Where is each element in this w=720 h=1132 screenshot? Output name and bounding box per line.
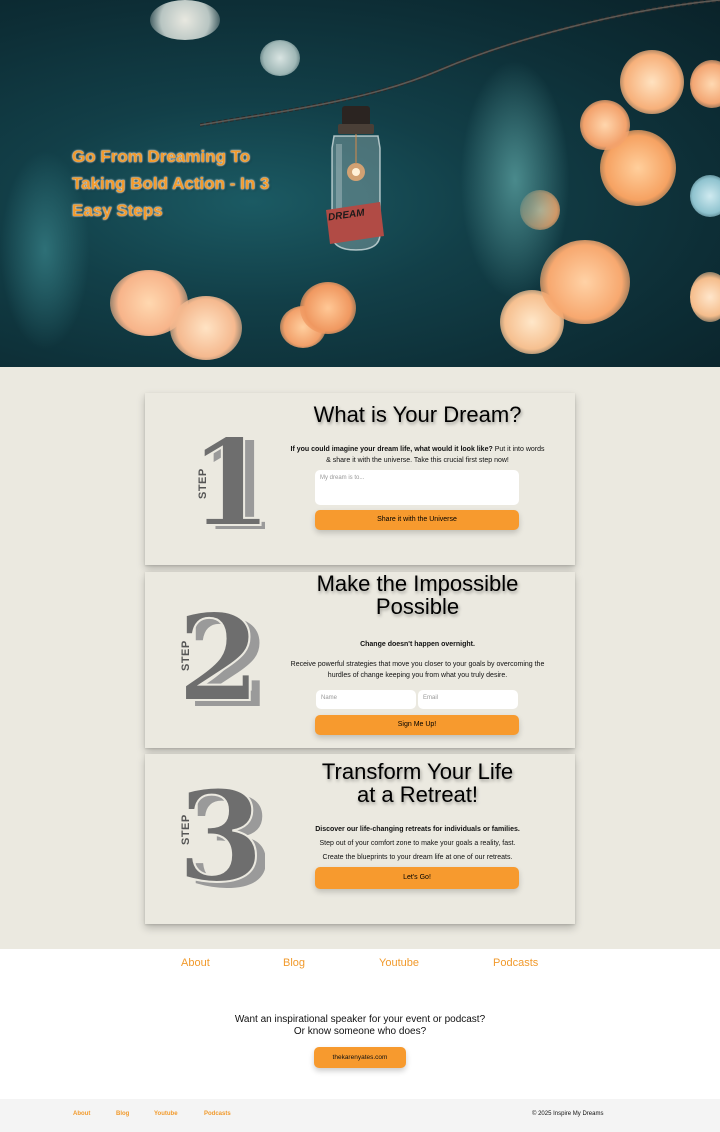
step-1-intro: If you could imagine your dream life, wh… — [290, 444, 545, 466]
step-2-description: Receive powerful strategies that move yo… — [290, 661, 545, 679]
step-3-title: Transform Your Life at a Retreat! — [321, 759, 514, 807]
step-3-line-2: Step out of your comfort zone to make yo… — [319, 840, 516, 847]
share-universe-button[interactable]: Share it with the Universe — [315, 510, 519, 530]
footer-link-podcasts[interactable]: Podcasts — [204, 1111, 231, 1117]
nav-link-youtube[interactable]: Youtube — [379, 957, 419, 969]
numeral-front: 3 — [177, 764, 264, 894]
lets-go-button[interactable]: Let's Go! — [315, 867, 519, 889]
step-3-numeral: 3 3 — [176, 764, 265, 894]
hero-title: Go From Dreaming To Taking Bold Action -… — [72, 147, 270, 220]
step-2-card: STEP 2 2 Make the Impossible Possible Ch… — [145, 572, 575, 748]
step-1-title: What is Your Dream? — [313, 402, 522, 427]
step-3-card: STEP 3 3 Transform Your Life at a Retrea… — [145, 754, 575, 924]
numeral-front: 1 — [189, 423, 265, 538]
speaker-website-button[interactable]: thekarenyates.com — [314, 1047, 406, 1068]
bokeh-light — [300, 282, 356, 334]
copyright-text: © 2025 Inspire My Dreams — [532, 1111, 604, 1117]
hero-banner: DREAM Go From Dreaming To Taking Bold Ac… — [0, 0, 720, 367]
main-nav: About Blog Youtube Podcasts — [0, 957, 720, 977]
sign-me-up-button[interactable]: Sign Me Up! — [315, 715, 519, 735]
nav-link-podcasts[interactable]: Podcasts — [493, 957, 538, 969]
footer-link-youtube[interactable]: Youtube — [154, 1111, 178, 1117]
step-1-numeral: 1 1 — [188, 423, 265, 538]
step-2-title: Make the Impossible Possible — [316, 571, 519, 619]
bokeh-light — [690, 175, 720, 217]
string-wire — [200, 0, 720, 127]
numeral-front: 2 — [177, 592, 261, 712]
footer-link-about[interactable]: About — [73, 1111, 90, 1117]
step-3-bold-line: Discover our life-changing retreats for … — [315, 826, 520, 833]
cta-line-2: Or know someone who does? — [293, 1026, 427, 1037]
email-input[interactable]: Email — [418, 690, 518, 709]
intro-bold: If you could imagine your dream life, wh… — [290, 446, 493, 453]
step-2-numeral: 2 2 — [176, 592, 265, 712]
cta-line-1: Want an inspirational speaker for your e… — [234, 1014, 486, 1025]
name-input[interactable]: Name — [316, 690, 416, 709]
bokeh-light — [170, 296, 242, 360]
speaker-cta-text: Want an inspirational speaker for your e… — [200, 1014, 520, 1038]
steps-section: STEP 1 1 What is Your Dream? If you coul… — [0, 367, 720, 949]
step-1-card: STEP 1 1 What is Your Dream? If you coul… — [145, 393, 575, 565]
bokeh-light — [690, 272, 720, 322]
dream-textarea[interactable]: My dream is to... — [315, 470, 519, 505]
footer-link-blog[interactable]: Blog — [116, 1111, 129, 1117]
nav-link-about[interactable]: About — [181, 957, 210, 969]
step-3-line-3: Create the blueprints to your dream life… — [322, 854, 513, 861]
nav-link-blog[interactable]: Blog — [283, 957, 305, 969]
dream-jar-image — [326, 106, 384, 251]
footer: About Blog Youtube Podcasts © 2025 Inspi… — [0, 1099, 720, 1132]
step-2-bold-line: Change doesn't happen overnight. — [360, 641, 475, 648]
